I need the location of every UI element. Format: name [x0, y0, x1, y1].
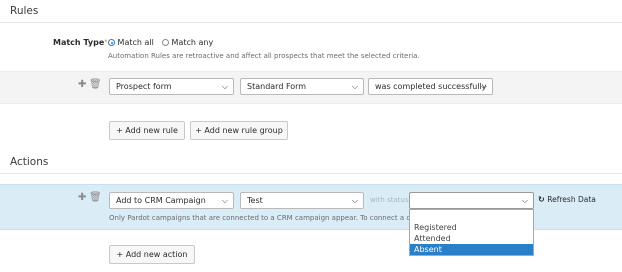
chevron-down-icon: ⌵: [480, 82, 487, 91]
rules-divider: [0, 22, 622, 23]
status-dropdown-menu: Registered Attended Absent: [409, 209, 534, 256]
match-any-label: Match any: [171, 38, 214, 47]
add-action-plus-icon[interactable]: ✚: [78, 192, 86, 203]
campaign-value: Test: [247, 196, 263, 205]
rule-condition-select[interactable]: was completed successfully ⌵: [368, 78, 493, 95]
delete-rule-trash-icon[interactable]: 🗑: [89, 79, 102, 90]
match-any-radio[interactable]: Match any: [162, 38, 213, 47]
chevron-down-icon: ⌵: [351, 196, 358, 205]
campaign-select[interactable]: Test ⌵: [240, 192, 364, 209]
match-type-label: Match Type*: [53, 38, 108, 47]
campaign-note: Only Pardot campaigns that are connected…: [109, 214, 409, 222]
match-all-label: Match all: [117, 38, 154, 47]
rule-condition-value: was completed successfully: [375, 82, 487, 91]
delete-action-trash-icon[interactable]: 🗑: [89, 192, 102, 203]
status-option-registered[interactable]: Registered: [410, 222, 533, 233]
rules-section-title: Rules: [10, 5, 39, 17]
status-select[interactable]: ⌵: [409, 192, 534, 209]
chevron-down-icon: ⌵: [351, 82, 358, 91]
match-all-radio[interactable]: Match all: [108, 38, 154, 47]
refresh-icon: ↻: [538, 195, 545, 204]
status-option-empty[interactable]: [410, 210, 533, 222]
add-new-rule-group-button[interactable]: + Add new rule group: [190, 121, 288, 140]
refresh-data-button[interactable]: ↻ Refresh Data: [538, 195, 596, 204]
rule-field-value: Prospect form: [116, 82, 172, 91]
action-type-select[interactable]: Add to CRM Campaign ⌵: [109, 192, 234, 209]
actions-section-title: Actions: [10, 156, 49, 168]
chevron-down-icon: ⌵: [221, 196, 228, 205]
chevron-down-icon: ⌵: [521, 196, 528, 205]
add-rule-plus-icon[interactable]: ✚: [78, 79, 86, 90]
with-status-label: with status: [370, 196, 409, 204]
refresh-data-label: Refresh Data: [547, 195, 596, 204]
radio-selected-icon: [108, 39, 115, 46]
radio-unselected-icon: [162, 39, 169, 46]
match-type-hint: Automation Rules are retroactive and aff…: [108, 52, 420, 60]
rule-form-value: Standard Form: [247, 82, 307, 91]
chevron-down-icon: ⌵: [221, 82, 228, 91]
status-option-attended[interactable]: Attended: [410, 233, 533, 244]
actions-divider: [0, 173, 622, 174]
action-type-value: Add to CRM Campaign: [116, 196, 206, 205]
status-option-absent[interactable]: Absent: [410, 244, 533, 255]
add-new-action-button[interactable]: + Add new action: [109, 245, 195, 264]
add-new-rule-button[interactable]: + Add new rule: [109, 121, 185, 140]
rule-form-select[interactable]: Standard Form ⌵: [240, 78, 364, 95]
rule-field-select[interactable]: Prospect form ⌵: [109, 78, 234, 95]
